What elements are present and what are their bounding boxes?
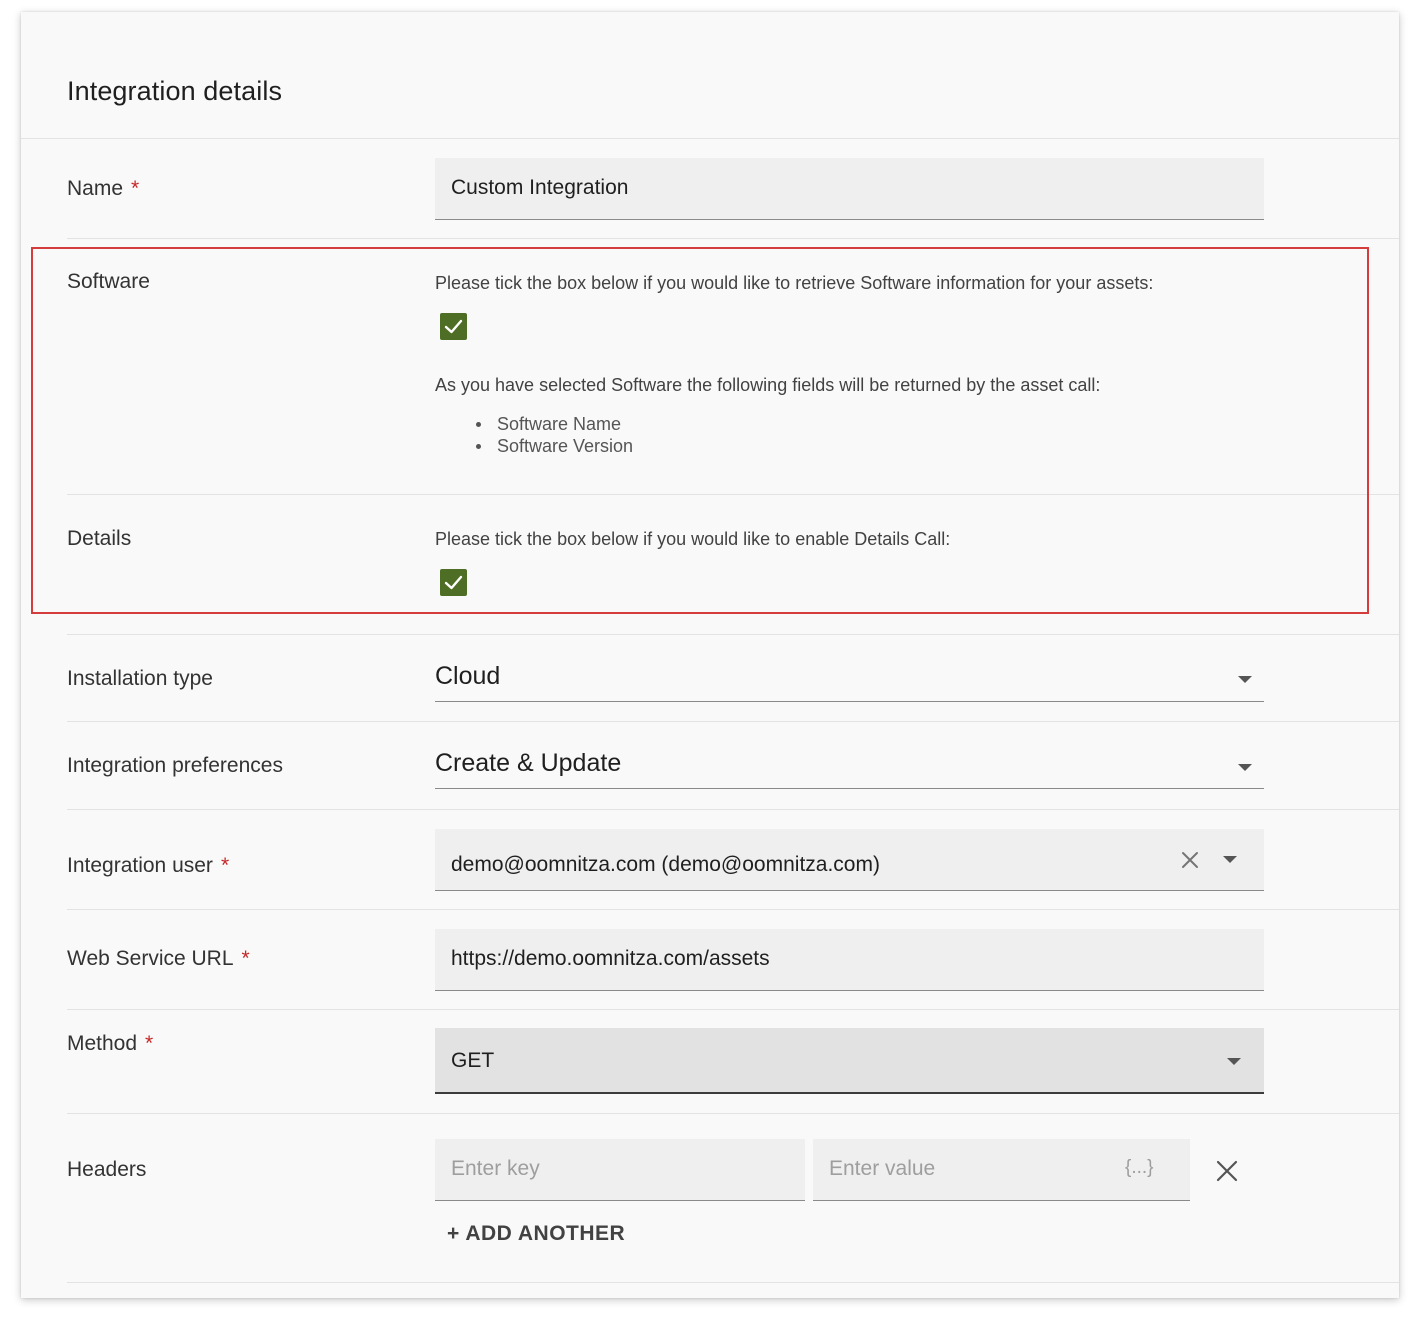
- method-select[interactable]: GET: [435, 1028, 1264, 1094]
- divider: [67, 1113, 1399, 1114]
- divider: [67, 634, 1399, 635]
- page-title: Integration details: [67, 76, 283, 106]
- divider: [67, 721, 1399, 722]
- close-icon[interactable]: [1181, 851, 1199, 869]
- headers-label: Headers: [67, 1158, 147, 1181]
- divider: [67, 809, 1399, 810]
- chevron-down-icon: [1238, 764, 1252, 771]
- integration-preferences-select[interactable]: Create & Update: [435, 743, 1264, 789]
- divider: [67, 238, 1399, 239]
- software-returned-fields: Software Name Software Version: [476, 413, 633, 457]
- divider: [67, 1009, 1399, 1010]
- details-label: Details: [67, 527, 132, 550]
- highlight-box: [31, 247, 1369, 614]
- list-item: Software Version: [476, 435, 633, 457]
- chevron-down-icon: [1227, 1058, 1241, 1065]
- divider: [67, 494, 1399, 495]
- installation-type-label: Installation type: [67, 667, 213, 690]
- integration-preferences-label: Integration preferences: [67, 754, 283, 777]
- software-selected-note: As you have selected Software the follow…: [435, 375, 1101, 395]
- web-service-url-input[interactable]: https://demo.oomnitza.com/assets: [435, 929, 1264, 991]
- add-another-button[interactable]: + ADD ANOTHER: [447, 1222, 625, 1246]
- integration-user-select[interactable]: demo@oomnitza.com (demo@oomnitza.com): [435, 829, 1264, 891]
- web-service-url-label: Web Service URL *: [67, 947, 250, 970]
- header-value-input[interactable]: Enter value {...}: [813, 1139, 1190, 1201]
- method-label: Method *: [67, 1032, 154, 1055]
- json-editor-icon[interactable]: {...}: [1125, 1157, 1154, 1179]
- name-label: Name *: [67, 177, 140, 200]
- software-checkbox[interactable]: [440, 313, 467, 340]
- list-item: Software Name: [476, 413, 633, 435]
- name-input[interactable]: Custom Integration: [435, 158, 1264, 220]
- chevron-down-icon[interactable]: [1223, 856, 1237, 863]
- integration-user-label: Integration user *: [67, 854, 230, 877]
- close-icon[interactable]: [1216, 1160, 1238, 1182]
- check-icon: [444, 319, 463, 334]
- check-icon: [444, 575, 463, 590]
- header-key-input[interactable]: Enter key: [435, 1139, 805, 1201]
- divider: [67, 1282, 1399, 1283]
- details-help-text: Please tick the box below if you would l…: [435, 529, 951, 549]
- divider: [21, 138, 1399, 139]
- chevron-down-icon: [1238, 676, 1252, 683]
- integration-details-card: Integration details Name * Custom Integra…: [21, 12, 1399, 1298]
- divider: [67, 909, 1399, 910]
- software-help-text: Please tick the box below if you would l…: [435, 273, 1154, 293]
- details-checkbox[interactable]: [440, 569, 467, 596]
- software-label: Software: [67, 270, 150, 293]
- installation-type-select[interactable]: Cloud: [435, 656, 1264, 702]
